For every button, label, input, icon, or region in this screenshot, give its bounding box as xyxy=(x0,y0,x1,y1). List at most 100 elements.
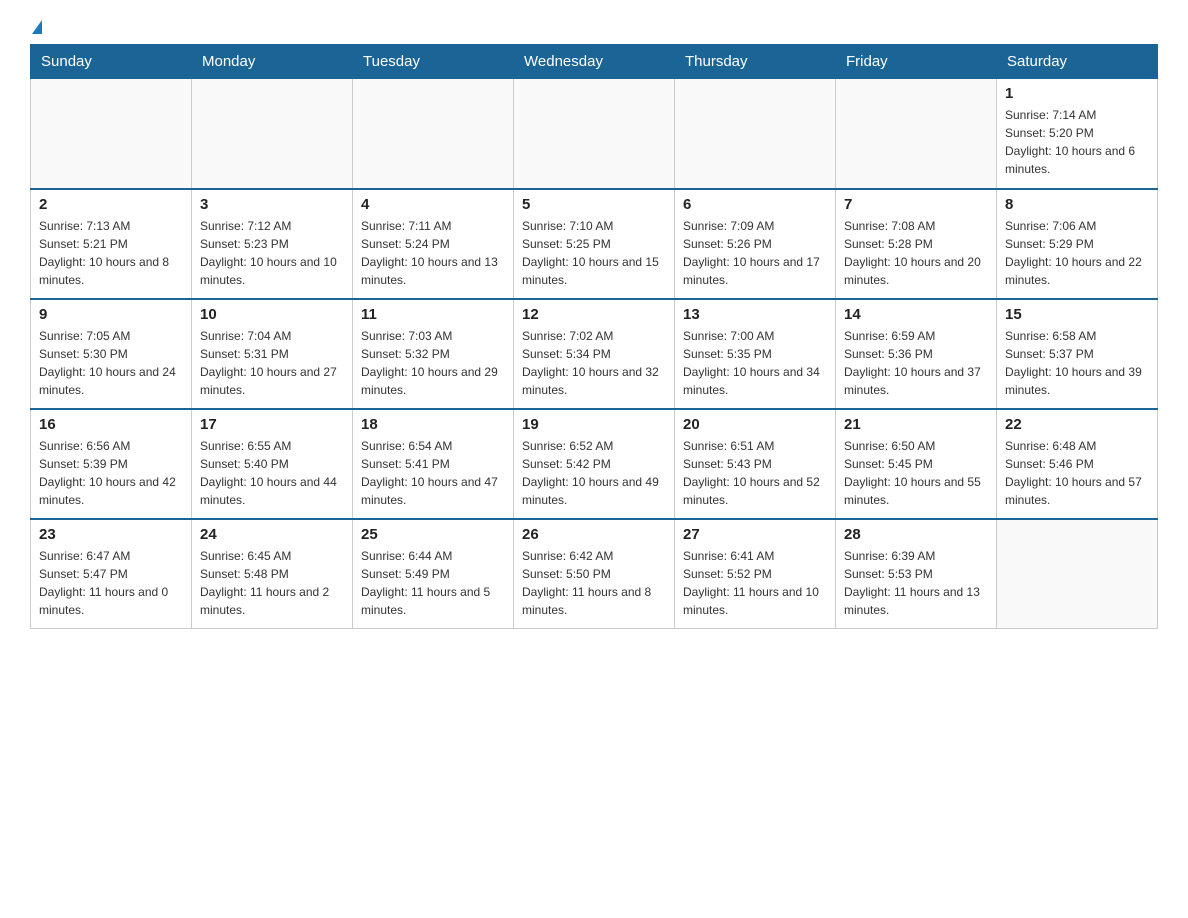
calendar-cell: 1 Sunrise: 7:14 AM Sunset: 5:20 PM Daylig… xyxy=(997,79,1158,189)
calendar-cell xyxy=(31,79,192,189)
calendar-week-3: 9 Sunrise: 7:05 AM Sunset: 5:30 PM Daylig… xyxy=(31,299,1158,409)
calendar-cell: 2 Sunrise: 7:13 AM Sunset: 5:21 PM Daylig… xyxy=(31,189,192,299)
day-number: 20 xyxy=(683,416,827,433)
day-number: 4 xyxy=(361,196,505,213)
day-info: Sunrise: 6:58 AM Sunset: 5:37 PM Dayligh… xyxy=(1005,327,1149,399)
calendar-cell: 11Sunrise: 7:03 AM Sunset: 5:32 PM Dayli… xyxy=(353,299,514,409)
calendar-cell: 13Sunrise: 7:00 AM Sunset: 5:35 PM Dayli… xyxy=(675,299,836,409)
day-info: Sunrise: 6:45 AM Sunset: 5:48 PM Dayligh… xyxy=(200,547,344,619)
day-info: Sunrise: 6:55 AM Sunset: 5:40 PM Dayligh… xyxy=(200,437,344,509)
calendar-cell: 18Sunrise: 6:54 AM Sunset: 5:41 PM Dayli… xyxy=(353,409,514,519)
day-info: Sunrise: 6:44 AM Sunset: 5:49 PM Dayligh… xyxy=(361,547,505,619)
day-info: Sunrise: 7:08 AM Sunset: 5:28 PM Dayligh… xyxy=(844,217,988,289)
day-number: 27 xyxy=(683,526,827,543)
day-number: 15 xyxy=(1005,306,1149,323)
day-number: 17 xyxy=(200,416,344,433)
day-number: 18 xyxy=(361,416,505,433)
calendar-header-sunday: Sunday xyxy=(31,45,192,79)
calendar-cell: 12 Sunrise: 7:02 AM Sunset: 5:34 PM Dayli… xyxy=(514,299,675,409)
calendar-cell: 22 Sunrise: 6:48 AM Sunset: 5:46 PM Dayli… xyxy=(997,409,1158,519)
day-info: Sunrise: 7:04 AM Sunset: 5:31 PM Dayligh… xyxy=(200,327,344,399)
calendar-header-friday: Friday xyxy=(836,45,997,79)
day-info: Sunrise: 6:48 AM Sunset: 5:46 PM Dayligh… xyxy=(1005,437,1149,509)
calendar-cell: 24 Sunrise: 6:45 AM Sunset: 5:48 PM Dayli… xyxy=(192,519,353,629)
day-number: 1 xyxy=(1005,85,1149,102)
day-number: 19 xyxy=(522,416,666,433)
day-info: Sunrise: 6:51 AM Sunset: 5:43 PM Dayligh… xyxy=(683,437,827,509)
day-info: Sunrise: 7:06 AM Sunset: 5:29 PM Dayligh… xyxy=(1005,217,1149,289)
day-number: 10 xyxy=(200,306,344,323)
day-number: 16 xyxy=(39,416,183,433)
calendar-cell: 23 Sunrise: 6:47 AM Sunset: 5:47 PM Dayli… xyxy=(31,519,192,629)
day-number: 21 xyxy=(844,416,988,433)
calendar-header-tuesday: Tuesday xyxy=(353,45,514,79)
day-info: Sunrise: 7:10 AM Sunset: 5:25 PM Dayligh… xyxy=(522,217,666,289)
calendar-cell: 5 Sunrise: 7:10 AM Sunset: 5:25 PM Daylig… xyxy=(514,189,675,299)
calendar-cell: 25 Sunrise: 6:44 AM Sunset: 5:49 PM Dayli… xyxy=(353,519,514,629)
day-info: Sunrise: 7:12 AM Sunset: 5:23 PM Dayligh… xyxy=(200,217,344,289)
day-info: Sunrise: 7:05 AM Sunset: 5:30 PM Dayligh… xyxy=(39,327,183,399)
calendar-week-2: 2 Sunrise: 7:13 AM Sunset: 5:21 PM Daylig… xyxy=(31,189,1158,299)
calendar-cell: 4 Sunrise: 7:11 AM Sunset: 5:24 PM Daylig… xyxy=(353,189,514,299)
day-number: 14 xyxy=(844,306,988,323)
calendar-cell xyxy=(836,79,997,189)
day-number: 28 xyxy=(844,526,988,543)
day-number: 26 xyxy=(522,526,666,543)
day-info: Sunrise: 7:14 AM Sunset: 5:20 PM Dayligh… xyxy=(1005,106,1149,178)
calendar-cell: 8 Sunrise: 7:06 AM Sunset: 5:29 PM Daylig… xyxy=(997,189,1158,299)
day-info: Sunrise: 7:09 AM Sunset: 5:26 PM Dayligh… xyxy=(683,217,827,289)
calendar-cell: 26 Sunrise: 6:42 AM Sunset: 5:50 PM Dayli… xyxy=(514,519,675,629)
calendar-cell: 10 Sunrise: 7:04 AM Sunset: 5:31 PM Dayli… xyxy=(192,299,353,409)
day-info: Sunrise: 7:13 AM Sunset: 5:21 PM Dayligh… xyxy=(39,217,183,289)
calendar-cell xyxy=(997,519,1158,629)
calendar-cell xyxy=(192,79,353,189)
logo-triangle-icon xyxy=(32,20,42,34)
day-info: Sunrise: 6:42 AM Sunset: 5:50 PM Dayligh… xyxy=(522,547,666,619)
calendar-cell: 17 Sunrise: 6:55 AM Sunset: 5:40 PM Dayli… xyxy=(192,409,353,519)
day-number: 6 xyxy=(683,196,827,213)
calendar-header-row: SundayMondayTuesdayWednesdayThursdayFrid… xyxy=(31,45,1158,79)
calendar-cell: 19 Sunrise: 6:52 AM Sunset: 5:42 PM Dayli… xyxy=(514,409,675,519)
day-number: 25 xyxy=(361,526,505,543)
calendar-cell: 14 Sunrise: 6:59 AM Sunset: 5:36 PM Dayli… xyxy=(836,299,997,409)
calendar-header-wednesday: Wednesday xyxy=(514,45,675,79)
calendar-cell: 20 Sunrise: 6:51 AM Sunset: 5:43 PM Dayli… xyxy=(675,409,836,519)
calendar-cell: 9 Sunrise: 7:05 AM Sunset: 5:30 PM Daylig… xyxy=(31,299,192,409)
calendar-header-thursday: Thursday xyxy=(675,45,836,79)
day-info: Sunrise: 6:47 AM Sunset: 5:47 PM Dayligh… xyxy=(39,547,183,619)
calendar-cell: 16 Sunrise: 6:56 AM Sunset: 5:39 PM Dayli… xyxy=(31,409,192,519)
day-info: Sunrise: 7:02 AM Sunset: 5:34 PM Dayligh… xyxy=(522,327,666,399)
day-number: 7 xyxy=(844,196,988,213)
day-number: 23 xyxy=(39,526,183,543)
day-number: 12 xyxy=(522,306,666,323)
day-number: 22 xyxy=(1005,416,1149,433)
day-info: Sunrise: 7:11 AM Sunset: 5:24 PM Dayligh… xyxy=(361,217,505,289)
calendar-header-monday: Monday xyxy=(192,45,353,79)
day-info: Sunrise: 6:50 AM Sunset: 5:45 PM Dayligh… xyxy=(844,437,988,509)
calendar-cell: 21 Sunrise: 6:50 AM Sunset: 5:45 PM Dayli… xyxy=(836,409,997,519)
calendar-week-5: 23 Sunrise: 6:47 AM Sunset: 5:47 PM Dayli… xyxy=(31,519,1158,629)
day-number: 9 xyxy=(39,306,183,323)
calendar-cell: 28Sunrise: 6:39 AM Sunset: 5:53 PM Dayli… xyxy=(836,519,997,629)
calendar-cell xyxy=(675,79,836,189)
day-number: 5 xyxy=(522,196,666,213)
logo xyxy=(30,20,42,34)
calendar-cell: 6 Sunrise: 7:09 AM Sunset: 5:26 PM Daylig… xyxy=(675,189,836,299)
calendar-cell xyxy=(514,79,675,189)
day-info: Sunrise: 6:56 AM Sunset: 5:39 PM Dayligh… xyxy=(39,437,183,509)
day-info: Sunrise: 6:59 AM Sunset: 5:36 PM Dayligh… xyxy=(844,327,988,399)
day-number: 3 xyxy=(200,196,344,213)
calendar-table: SundayMondayTuesdayWednesdayThursdayFrid… xyxy=(30,44,1158,629)
calendar-cell: 27Sunrise: 6:41 AM Sunset: 5:52 PM Dayli… xyxy=(675,519,836,629)
day-number: 2 xyxy=(39,196,183,213)
calendar-cell xyxy=(353,79,514,189)
day-info: Sunrise: 6:52 AM Sunset: 5:42 PM Dayligh… xyxy=(522,437,666,509)
calendar-cell: 15 Sunrise: 6:58 AM Sunset: 5:37 PM Dayli… xyxy=(997,299,1158,409)
calendar-header-saturday: Saturday xyxy=(997,45,1158,79)
day-number: 8 xyxy=(1005,196,1149,213)
day-info: Sunrise: 7:03 AM Sunset: 5:32 PM Dayligh… xyxy=(361,327,505,399)
calendar-week-1: 1 Sunrise: 7:14 AM Sunset: 5:20 PM Daylig… xyxy=(31,79,1158,189)
day-number: 13 xyxy=(683,306,827,323)
calendar-cell: 7 Sunrise: 7:08 AM Sunset: 5:28 PM Daylig… xyxy=(836,189,997,299)
day-number: 24 xyxy=(200,526,344,543)
